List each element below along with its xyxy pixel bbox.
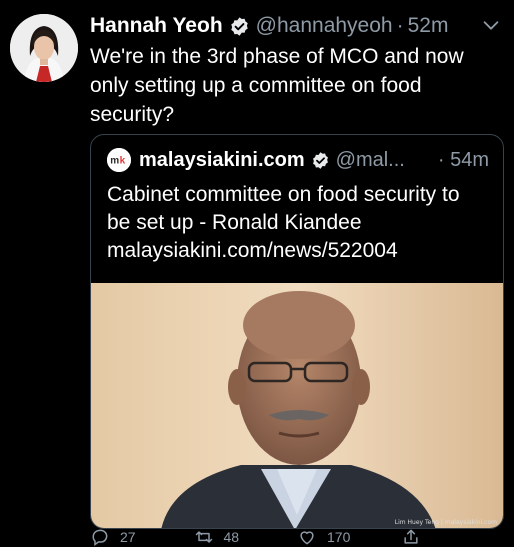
retweet-button[interactable]: 48: [194, 527, 298, 547]
svg-text:m: m: [110, 156, 119, 167]
verified-badge-icon: [312, 151, 328, 169]
like-icon: [300, 531, 314, 545]
quoted-author-name: malaysiakini.com: [139, 148, 305, 171]
author-name[interactable]: Hannah Yeoh: [90, 14, 223, 38]
tweet-text: We're in the 3rd phase of MCO and now on…: [90, 45, 464, 126]
tweet-header: Hannah Yeoh @hannahyeoh · 52m: [90, 12, 502, 40]
reply-button[interactable]: 27: [90, 527, 194, 547]
quoted-link[interactable]: malaysiakini.com/news/522004: [107, 237, 493, 265]
share-icon: [403, 529, 418, 544]
separator-dot: ·: [437, 148, 445, 171]
quoted-text-line: be set up - Ronald Kiandee: [107, 211, 362, 234]
quoted-tweet-header: m k malaysiakini.com @mal... · 54m: [107, 145, 489, 175]
verified-badge-icon: [230, 16, 248, 36]
tweet-time[interactable]: 52m: [408, 14, 449, 38]
reply-count: 27: [120, 529, 136, 545]
malaysiakini-logo: m k: [107, 148, 131, 172]
news-photo[interactable]: Lim Huey Teng | malaysiakini.com: [91, 283, 503, 528]
like-count: 170: [327, 529, 351, 545]
chevron-down-icon[interactable]: [480, 14, 502, 36]
svg-text:k: k: [120, 156, 126, 167]
reply-icon: [92, 529, 108, 546]
separator-dot: ·: [396, 14, 404, 37]
like-button[interactable]: 170: [297, 527, 401, 547]
tweet-actions: 27 48 170: [90, 527, 504, 547]
quoted-tweet-time: · 54m: [438, 149, 489, 172]
retweet-icon: [195, 531, 212, 543]
share-button[interactable]: [401, 527, 505, 547]
photo-image: [91, 283, 503, 528]
photo-credit: Lim Huey Teng | malaysiakini.com: [394, 519, 497, 526]
author-handle[interactable]: @hannahyeoh: [256, 14, 393, 38]
quoted-author-handle: @mal...: [335, 148, 405, 171]
avatar[interactable]: [10, 14, 78, 82]
quoted-tweet-text: Cabinet committee on food security to be…: [107, 181, 493, 265]
quoted-tweet-card[interactable]: m k malaysiakini.com @mal... · 54m Cabin…: [90, 134, 504, 529]
avatar-image: [10, 14, 78, 82]
quoted-text-line: Cabinet committee on food security to: [107, 183, 460, 206]
retweet-count: 48: [223, 529, 240, 545]
quoted-time-value: 54m: [450, 148, 489, 171]
